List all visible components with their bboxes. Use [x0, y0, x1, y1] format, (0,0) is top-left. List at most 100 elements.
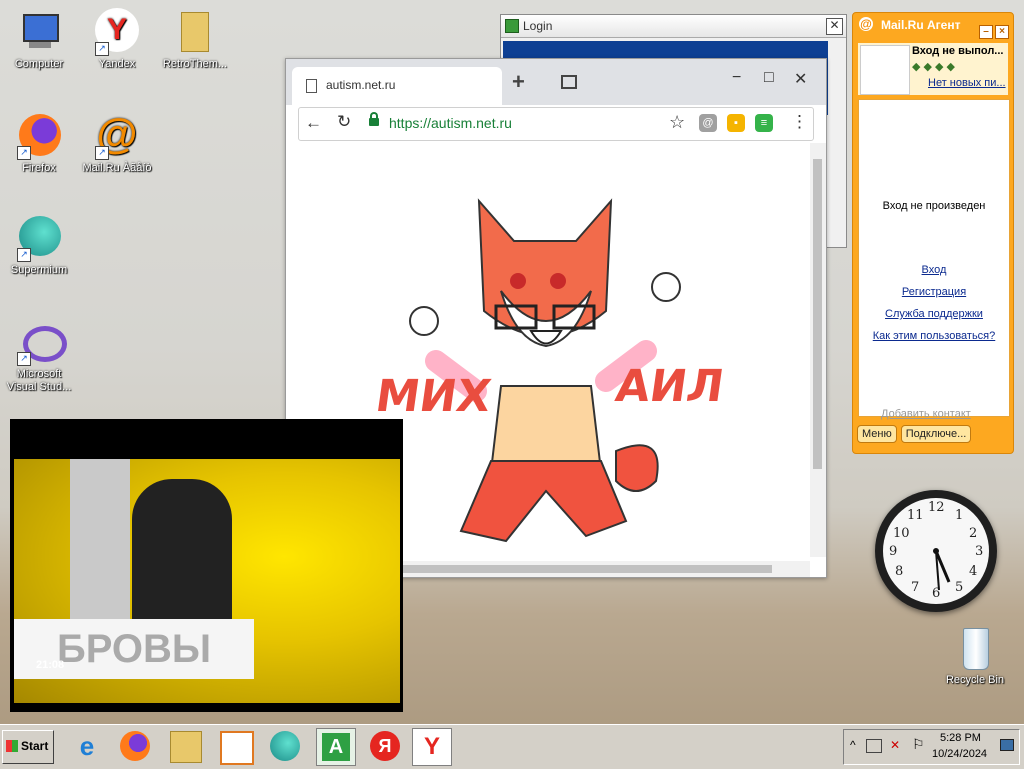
- desktop-icon-supermium[interactable]: ↗ Supermium: [2, 214, 76, 277]
- register-link[interactable]: Регистрация: [859, 286, 1009, 298]
- tab-title: autism.net.ru: [326, 78, 396, 92]
- desktop-icon-computer[interactable]: Computer: [2, 8, 76, 71]
- agent-icons-row: ◆ ◆ ◆ ◆: [912, 61, 956, 73]
- reload-button[interactable]: ↻: [337, 112, 351, 132]
- shortcut-arrow-icon: ↗: [17, 146, 31, 160]
- tray-time[interactable]: 5:28 PM: [940, 732, 981, 744]
- desktop-icon-label: Microsoft Visual Stud...: [6, 368, 72, 393]
- login-window-icon: [505, 19, 519, 33]
- agent-status-panel: Вход не выпол... ◆ ◆ ◆ ◆ Нет новых пи...: [858, 43, 1008, 95]
- login-close-button[interactable]: ✕: [826, 18, 843, 35]
- shortcut-arrow-icon: ↗: [95, 146, 109, 160]
- browser-tab[interactable]: autism.net.ru: [292, 67, 502, 105]
- url-text[interactable]: https://autism.net.ru: [389, 115, 512, 131]
- show-desktop-icon[interactable]: [1000, 739, 1014, 751]
- address-bar[interactable]: ← ↻ https://autism.net.ru ☆ @ ▪ ≡ ⋮: [298, 107, 814, 141]
- video-player-window[interactable]: БРОВЫ 21:08: [10, 419, 403, 712]
- agent-status-text[interactable]: Вход не выпол...: [912, 45, 1003, 57]
- sticker-text-right: АИЛ: [612, 361, 728, 412]
- clock-hands: [933, 548, 951, 591]
- login-title: Login: [523, 19, 553, 33]
- close-button[interactable]: ✕: [794, 69, 807, 89]
- mailru-at-icon: @: [859, 17, 873, 31]
- desktop-icon-label: Yandex: [98, 58, 136, 70]
- lock-icon: [369, 112, 379, 126]
- desktop-icon-firefox[interactable]: ↗ Firefox: [2, 112, 76, 175]
- desktop-icon-label: Supermium: [10, 264, 68, 276]
- agent-title: Mail.Ru Агент: [881, 18, 961, 32]
- desktop-icon-label: Mail.Ru Àãåíò: [82, 162, 152, 174]
- tray-expand-icon[interactable]: ^: [850, 738, 856, 752]
- clock-gadget[interactable]: 12 1 2 3 4 5 6 7 8 9 10 11: [875, 490, 997, 612]
- video-figure: [70, 459, 130, 629]
- agent-mail-status[interactable]: Нет новых пи...: [928, 77, 1006, 89]
- browser-menu-button[interactable]: ⋮: [791, 112, 808, 132]
- file-explorer-icon[interactable]: [170, 731, 202, 763]
- agent-minimize-button[interactable]: –: [979, 25, 993, 39]
- mailru-agent-window[interactable]: @ Mail.Ru Агент – × Вход не выпол... ◆ ◆ …: [852, 12, 1014, 454]
- login-title-bar[interactable]: Login ✕: [501, 15, 846, 38]
- video-figure: [132, 479, 232, 629]
- agent-connect-button[interactable]: Подключе...: [900, 425, 972, 443]
- desktop-icon-recycle-bin[interactable]: Recycle Bin: [938, 624, 1012, 687]
- browser-toolbar: ← ↻ https://autism.net.ru ☆ @ ▪ ≡ ⋮: [286, 105, 826, 152]
- minimize-button[interactable]: −: [732, 69, 741, 87]
- shortcut-arrow-icon: ↗: [17, 352, 31, 366]
- login-link[interactable]: Вход: [859, 264, 1009, 276]
- media-player-icon[interactable]: [220, 731, 254, 765]
- firefox-icon: ↗: [15, 112, 63, 160]
- agent-menu-button[interactable]: Меню: [857, 425, 897, 443]
- bookmark-star-icon[interactable]: ☆: [669, 112, 685, 133]
- desktop-icon-label: RetroThem...: [162, 58, 228, 70]
- mailru-icon: @ ↗: [93, 112, 141, 160]
- computer-icon: [15, 8, 63, 56]
- video-frame[interactable]: БРОВЫ 21:08: [14, 459, 400, 703]
- desktop-icon-visual-studio[interactable]: ↗ Microsoft Visual Stud...: [2, 318, 76, 394]
- flag-icon[interactable]: ⚐: [912, 736, 925, 753]
- tab-search-icon[interactable]: [561, 75, 577, 89]
- desktop-icon-label: Computer: [14, 58, 64, 70]
- list-extension-icon[interactable]: ≡: [755, 114, 773, 132]
- agent-contact-pane: Вход не произведен Вход Регистрация Служ…: [858, 99, 1010, 420]
- a-app-icon[interactable]: A: [316, 728, 356, 766]
- firefox-icon[interactable]: [120, 731, 150, 761]
- shortcut-arrow-icon: ↗: [17, 248, 31, 262]
- yandex-icon[interactable]: Y: [412, 728, 452, 766]
- page-icon: [306, 79, 317, 93]
- scroll-thumb[interactable]: [813, 159, 822, 469]
- yandex-browser-icon[interactable]: Я: [370, 731, 400, 761]
- recycle-bin-icon: [951, 624, 999, 672]
- chat-extension-icon[interactable]: ▪: [727, 114, 745, 132]
- add-contact-link[interactable]: Добавить контакт: [881, 408, 971, 420]
- volume-muted-icon[interactable]: ✕: [890, 738, 900, 752]
- yandex-icon: Y ↗: [93, 8, 141, 56]
- help-link[interactable]: Как этим пользоваться?: [859, 330, 1009, 342]
- back-button[interactable]: ←: [305, 113, 322, 133]
- desktop-icon-mailru[interactable]: @ ↗ Mail.Ru Àãåíò: [80, 112, 154, 175]
- tab-strip: autism.net.ru + − □ ✕: [286, 59, 826, 105]
- desktop-icon-label: Firefox: [22, 162, 56, 174]
- avatar[interactable]: [860, 45, 910, 95]
- video-time-overlay: 21:08: [36, 659, 65, 671]
- agent-close-button[interactable]: ×: [995, 25, 1009, 39]
- support-link[interactable]: Служба поддержки: [859, 308, 1009, 320]
- vertical-scrollbar[interactable]: [810, 143, 826, 557]
- mailru-extension-icon[interactable]: @: [699, 114, 717, 132]
- start-button[interactable]: Start: [2, 730, 54, 764]
- new-tab-button[interactable]: +: [512, 69, 525, 95]
- supermium-icon[interactable]: [270, 731, 300, 761]
- visual-studio-icon: ↗: [15, 318, 67, 366]
- clock-face: 12 1 2 3 4 5 6 7 8 9 10 11: [883, 498, 989, 604]
- network-icon[interactable]: [866, 739, 882, 753]
- desktop-icon-yandex[interactable]: Y ↗ Yandex: [80, 8, 154, 71]
- windows-logo-icon: [6, 740, 18, 752]
- start-label: Start: [21, 739, 49, 753]
- agent-title-bar[interactable]: @ Mail.Ru Агент – ×: [853, 13, 1013, 39]
- tray-date[interactable]: 10/24/2024: [932, 748, 987, 760]
- internet-explorer-icon[interactable]: e: [72, 731, 102, 761]
- supermium-icon: ↗: [15, 214, 63, 262]
- desktop-icon-label: Recycle Bin: [945, 674, 1005, 686]
- sticker-text-left: МИХ: [372, 371, 495, 422]
- maximize-button[interactable]: □: [764, 69, 774, 87]
- desktop-icon-retrothemes[interactable]: RetroThem...: [158, 8, 232, 71]
